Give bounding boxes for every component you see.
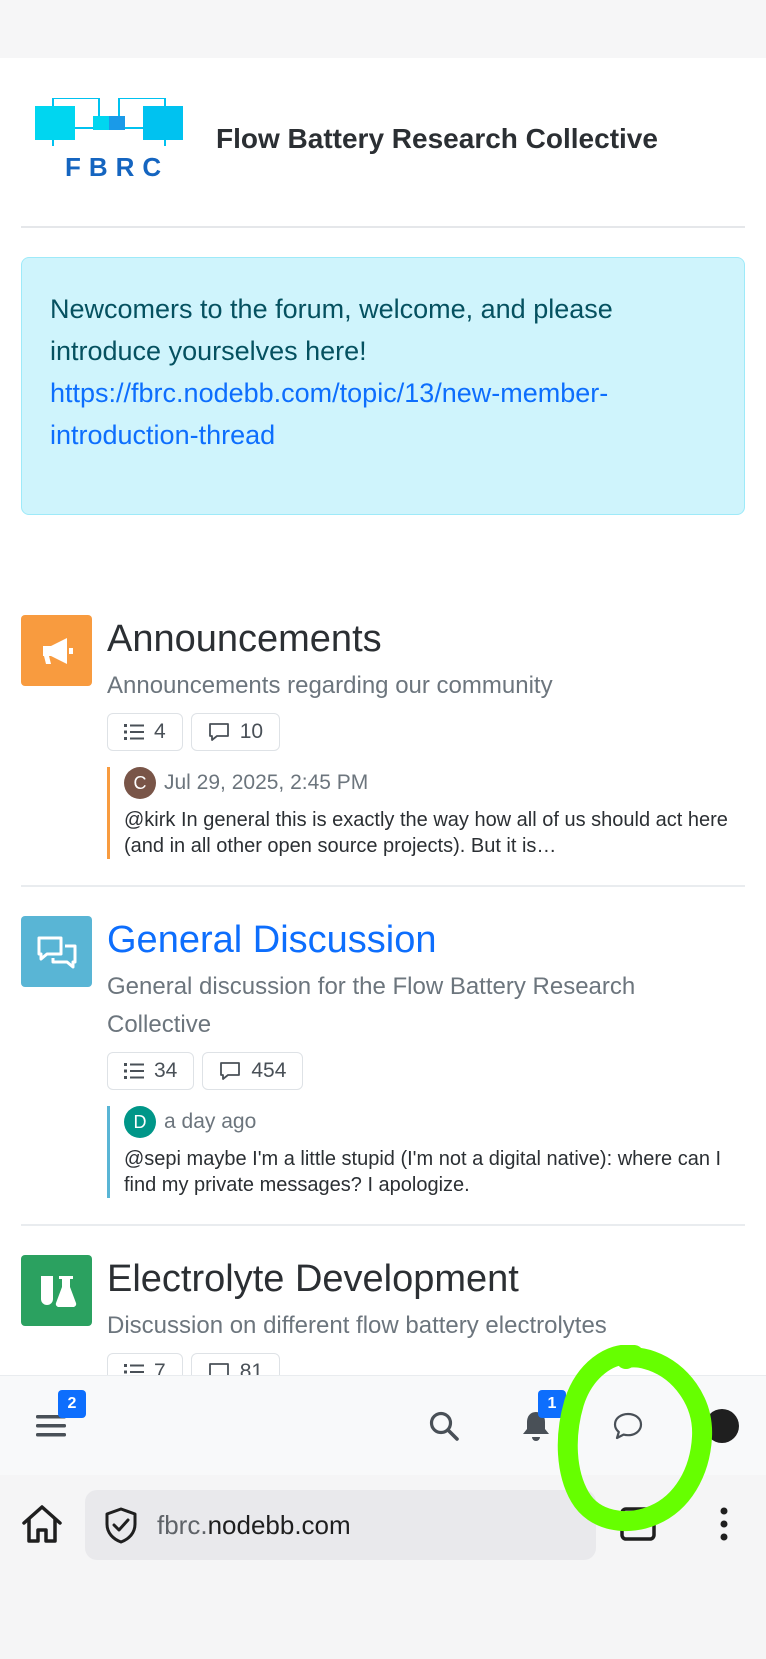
category-description: Discussion on different flow battery ele… [107,1312,607,1339]
latest-post-teaser[interactable]: D a day ago @sepi maybe I'm a little stu… [107,1106,745,1198]
post-excerpt: @sepi maybe I'm a little stupid (I'm not… [124,1148,722,1196]
category-title[interactable]: Electrolyte Development [107,1255,745,1303]
chats-button[interactable] [588,1376,668,1476]
more-vertical-icon [720,1507,728,1541]
url-subdomain: fbrc. [157,1509,208,1540]
list-icon [124,1364,144,1374]
tabs-icon [620,1507,656,1541]
post-count-value: 10 [239,720,264,743]
megaphone-icon[interactable] [21,615,92,686]
shield-icon[interactable] [103,1506,139,1544]
post-count: 10 [190,713,281,751]
chat-bubble-icon [613,1412,643,1440]
latest-post-teaser[interactable]: C Jul 29, 2025, 2:45 PM @kirk In general… [107,767,745,859]
url-domain: nodebb.com [207,1509,351,1540]
topic-count-value: 4 [154,720,166,743]
post-count: 454 [202,1052,304,1090]
status-bar [0,0,766,58]
comments-icon[interactable] [21,916,92,987]
post-excerpt: @kirk In general this is exactly the way… [124,809,728,857]
address-bar[interactable]: fbrc.nodebb.com [85,1490,596,1560]
topic-count: 34 [107,1052,195,1090]
bottom-nav: 2 1 [0,1375,766,1475]
flask-icon[interactable] [21,1255,92,1326]
category-title[interactable]: Announcements [107,615,745,663]
category-divider [21,885,745,887]
message-icon [208,723,229,741]
search-button[interactable] [404,1376,484,1476]
topic-count: 7 [107,1353,183,1375]
user-avatar[interactable] [705,1409,739,1443]
list-icon [124,1063,144,1079]
browser-menu-button[interactable] [712,1503,736,1547]
message-icon [208,1363,229,1375]
post-count-value: 454 [251,1059,287,1082]
site-title[interactable]: Flow Battery Research Collective [216,123,658,155]
category-electrolyte-development: Electrolyte Development Discussion on di… [21,1255,745,1375]
list-icon [124,724,144,740]
menu-button[interactable]: 2 [11,1376,91,1476]
avatar[interactable]: C [124,767,156,799]
category-description: General discussion for the Flow Battery … [107,973,636,1038]
category-description: Announcements regarding our community [107,672,553,699]
post-count: 81 [190,1353,281,1375]
welcome-alert: Newcomers to the forum, welcome, and ple… [21,257,745,515]
url-text: fbrc.nodebb.com [157,1510,351,1541]
category-divider [21,1224,745,1226]
menu-badge: 2 [58,1390,86,1418]
topic-count: 4 [107,713,183,751]
post-timestamp[interactable]: Jul 29, 2025, 2:45 PM [164,771,368,795]
post-timestamp[interactable]: a day ago [164,1110,256,1134]
category-title[interactable]: General Discussion [107,916,745,964]
topic-count-value: 34 [154,1059,178,1082]
message-icon [220,1062,241,1080]
avatar[interactable]: D [124,1106,156,1138]
post-count-value: 81 [239,1360,264,1375]
notifications-badge: 1 [538,1390,566,1418]
welcome-text: Newcomers to the forum, welcome, and ple… [50,294,613,366]
topic-count-value: 7 [154,1360,166,1375]
tabs-button[interactable] [618,1503,658,1543]
browser-toolbar: fbrc.nodebb.com [0,1475,766,1659]
home-icon [22,1505,62,1543]
search-icon [429,1411,459,1441]
intro-thread-link[interactable]: https://fbrc.nodebb.com/topic/13/new-mem… [50,378,608,450]
notifications-button[interactable]: 1 [496,1376,576,1476]
site-header: FBRC Flow Battery Research Collective [21,58,745,228]
home-button[interactable] [20,1503,64,1550]
site-logo[interactable]: FBRC [35,97,191,188]
logo-text: FBRC [65,152,170,182]
